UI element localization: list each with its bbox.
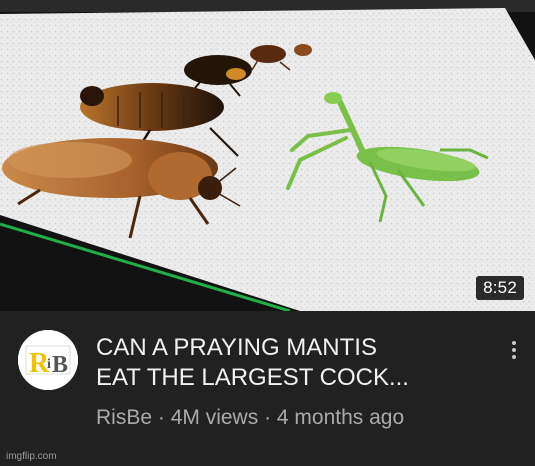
- video-card[interactable]: 8:52 R i B CAN A PRAYING MANTIS EAT THE …: [0, 0, 535, 466]
- channel-logo: R i B: [18, 330, 78, 390]
- byline-separator: ·: [258, 406, 277, 429]
- video-title-line-2: EAT THE LARGEST COCK...: [96, 364, 409, 391]
- thumbnail-image: [0, 0, 535, 311]
- channel-name[interactable]: RisBe: [96, 406, 152, 429]
- svg-text:i: i: [47, 357, 51, 372]
- video-details: R i B CAN A PRAYING MANTIS EAT THE LARGE…: [0, 311, 535, 466]
- video-title[interactable]: CAN A PRAYING MANTIS EAT THE LARGEST COC…: [96, 333, 476, 393]
- channel-avatar[interactable]: R i B: [18, 330, 78, 390]
- duration-badge: 8:52: [476, 276, 524, 300]
- watermark: imgflip.com: [6, 451, 57, 462]
- byline-separator: ·: [152, 406, 171, 429]
- svg-text:B: B: [52, 352, 68, 378]
- video-byline: RisBe · 4M views · 4 months ago: [96, 406, 404, 430]
- video-title-line-1: CAN A PRAYING MANTIS: [96, 334, 377, 361]
- view-count: 4M views: [170, 406, 259, 429]
- more-vert-icon[interactable]: [506, 338, 522, 366]
- upload-age: 4 months ago: [276, 406, 405, 429]
- video-thumbnail[interactable]: 8:52: [0, 0, 535, 311]
